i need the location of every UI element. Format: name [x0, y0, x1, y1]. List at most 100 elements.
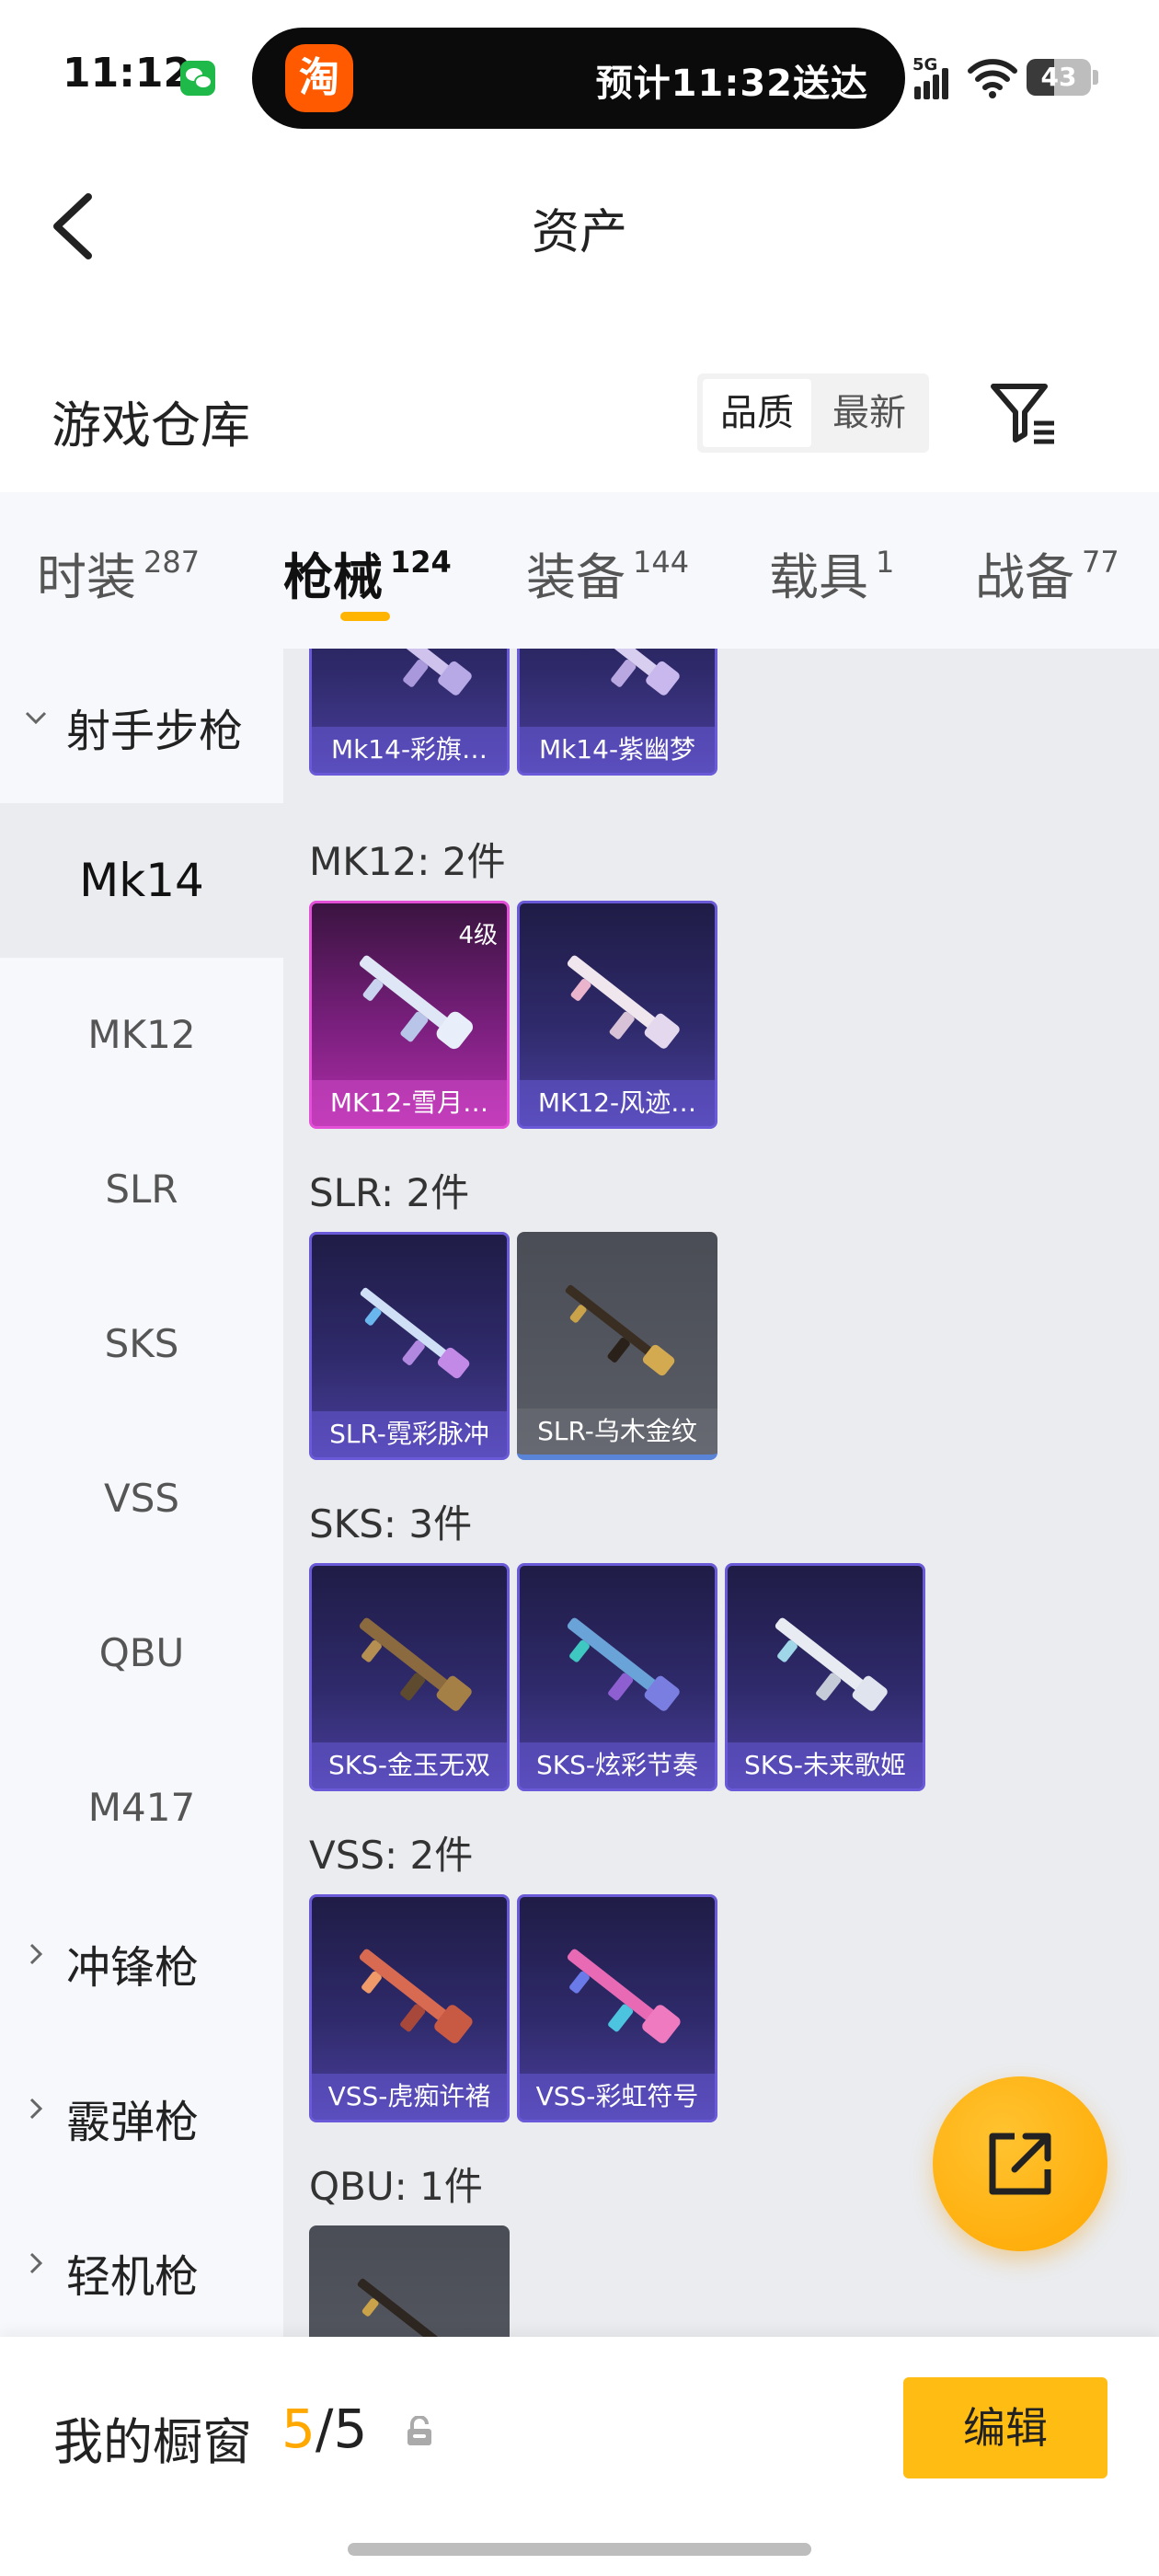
- rifle-icon: [567, 649, 680, 696]
- skin-card[interactable]: VSS-彩虹符号: [517, 1894, 717, 2122]
- skin-name: Mk14-彩旗…: [312, 727, 507, 773]
- section-title: QBU: 1件: [309, 2164, 483, 2209]
- battery-level: 43: [1040, 62, 1077, 92]
- sort-newest-button[interactable]: 最新: [815, 379, 924, 447]
- sidebar-item-vss[interactable]: VSS: [0, 1421, 283, 1576]
- tab-count: 1: [876, 545, 895, 580]
- share-export-icon: [989, 2133, 1051, 2195]
- sidebar-item-mk12[interactable]: MK12: [0, 958, 283, 1112]
- skin-name: MK12-风迹…: [520, 1080, 715, 1126]
- skin-card[interactable]: SKS-炫彩节奏: [517, 1563, 717, 1791]
- tab-label: 枪械: [283, 548, 383, 606]
- active-tab-indicator: [340, 612, 390, 621]
- tab-count: 287: [143, 545, 201, 580]
- skin-card[interactable]: SLR-霓彩脉冲: [309, 1232, 510, 1460]
- sidebar-group-marksman[interactable]: 射手步枪: [0, 649, 283, 803]
- skin-name: VSS-虎痴许褚: [312, 2074, 507, 2120]
- skin-card[interactable]: Mk14-紫幽梦: [517, 649, 717, 776]
- skin-card[interactable]: Mk14-彩旗…: [309, 649, 510, 776]
- rifle-icon: [565, 1284, 675, 1376]
- sidebar-group-label: 轻机枪: [66, 2251, 200, 2303]
- rifle-icon: [359, 1617, 472, 1711]
- chevron-right-icon: [29, 2098, 43, 2120]
- skin-card[interactable]: VSS-虎痴许褚: [309, 1894, 510, 2122]
- sidebar-group-label: 射手步枪: [66, 706, 244, 757]
- tab-label: 时装: [37, 548, 136, 606]
- chevron-right-icon: [29, 2252, 43, 2274]
- sidebar-item-sks[interactable]: SKS: [0, 1267, 283, 1421]
- chevron-right-icon: [29, 1943, 43, 1965]
- tab-firearms[interactable]: 枪械 124: [283, 536, 452, 609]
- skin-card[interactable]: 4级 MK12-雪月…: [309, 901, 510, 1129]
- tab-count: 77: [1082, 545, 1119, 580]
- rifle-icon: [359, 649, 472, 696]
- skin-name: MK12-雪月…: [312, 1080, 507, 1126]
- rifle-icon: [775, 1617, 888, 1711]
- tab-outfits[interactable]: 时装 287: [37, 536, 200, 609]
- sidebar-group-shotgun[interactable]: 霰弹枪: [0, 2040, 283, 2194]
- share-button[interactable]: [933, 2076, 1107, 2251]
- rifle-icon: [567, 1617, 680, 1711]
- skin-name: SLR-霓彩脉冲: [312, 1411, 507, 1457]
- sidebar-group-smg[interactable]: 冲锋枪: [0, 1885, 283, 2040]
- sidebar-group-lmg[interactable]: 轻机枪: [0, 2194, 283, 2337]
- tab-count: 124: [390, 545, 452, 580]
- skin-name: SKS-炫彩节奏: [520, 1742, 715, 1788]
- chevron-down-icon: [25, 711, 47, 725]
- skin-card[interactable]: [309, 2225, 510, 2337]
- rifle-icon: [357, 2278, 463, 2337]
- skin-card[interactable]: SKS-金玉无双: [309, 1563, 510, 1791]
- showcase-count: 5/5: [281, 2398, 367, 2460]
- tab-label: 载具: [769, 548, 868, 606]
- signal-icon: 5G: [912, 55, 957, 99]
- status-bar: 11:12 淘 预计11:32送达 5G 43: [0, 0, 1159, 156]
- page-title: 资产: [531, 205, 627, 260]
- filter-icon[interactable]: [990, 381, 1058, 445]
- clock: 11:12: [63, 50, 192, 97]
- wifi-icon: [968, 59, 1017, 98]
- showcase-label: 我的橱窗: [53, 2413, 252, 2471]
- network-type-label: 5G: [912, 55, 938, 75]
- wechat-icon: [180, 61, 215, 96]
- dynamic-island[interactable]: 淘 预计11:32送达: [252, 28, 905, 129]
- home-indicator[interactable]: [348, 2543, 811, 2556]
- section-title: SLR: 2件: [309, 1170, 470, 1215]
- skin-card[interactable]: SKS-未来歌姬: [725, 1563, 925, 1791]
- bottom-bar: 我的橱窗 5/5 编辑: [0, 2337, 1159, 2576]
- showcase-count-total: 5: [333, 2398, 368, 2460]
- skin-name: SKS-未来歌姬: [728, 1742, 923, 1788]
- category-tabs: 时装 287 枪械 124 装备 144 载具 1 战备 77: [0, 492, 1159, 649]
- battery-icon: 43: [1027, 59, 1091, 96]
- edit-button[interactable]: 编辑: [903, 2377, 1107, 2478]
- sort-toggle: 品质 最新: [697, 374, 929, 453]
- sidebar-item-slr[interactable]: SLR: [0, 1112, 283, 1267]
- skin-card[interactable]: SLR-乌木金纹: [517, 1232, 717, 1460]
- rifle-icon: [567, 1949, 681, 2043]
- weapon-type-sidebar: 射手步枪 Mk14 MK12 SLR SKS VSS QBU M417 冲锋枪 …: [0, 649, 283, 2337]
- section-title: SKS: 3件: [309, 1501, 473, 1547]
- showcase-count-current: 5: [281, 2398, 316, 2460]
- tab-vehicles[interactable]: 载具 1: [769, 536, 894, 609]
- rifle-icon: [359, 955, 473, 1050]
- tab-count: 144: [633, 545, 690, 580]
- sidebar-item-m417[interactable]: M417: [0, 1731, 283, 1885]
- skin-name: SKS-金玉无双: [312, 1742, 507, 1788]
- tab-supplies[interactable]: 战备 77: [975, 536, 1119, 609]
- sidebar-item-qbu[interactable]: QBU: [0, 1576, 283, 1731]
- rifle-icon: [360, 1287, 470, 1379]
- skin-card[interactable]: MK12-风迹…: [517, 901, 717, 1129]
- warehouse-title: 游戏仓库: [52, 397, 250, 454]
- taobao-app-icon: 淘: [285, 44, 353, 112]
- sidebar-group-label: 冲锋枪: [66, 1942, 200, 1994]
- rifle-icon: [567, 955, 680, 1049]
- tab-label: 战备: [975, 548, 1074, 606]
- sort-quality-button[interactable]: 品质: [703, 379, 811, 447]
- skin-name: Mk14-紫幽梦: [520, 727, 715, 773]
- tab-label: 装备: [526, 548, 625, 606]
- tab-equipment[interactable]: 装备 144: [526, 536, 689, 609]
- skin-name: VSS-彩虹符号: [520, 2074, 715, 2120]
- skin-name: SLR-乌木金纹: [517, 1409, 717, 1455]
- sidebar-item-mk14[interactable]: Mk14: [0, 803, 283, 958]
- delivery-eta: 预计11:32送达: [595, 63, 868, 105]
- lock-icon: [407, 2416, 431, 2445]
